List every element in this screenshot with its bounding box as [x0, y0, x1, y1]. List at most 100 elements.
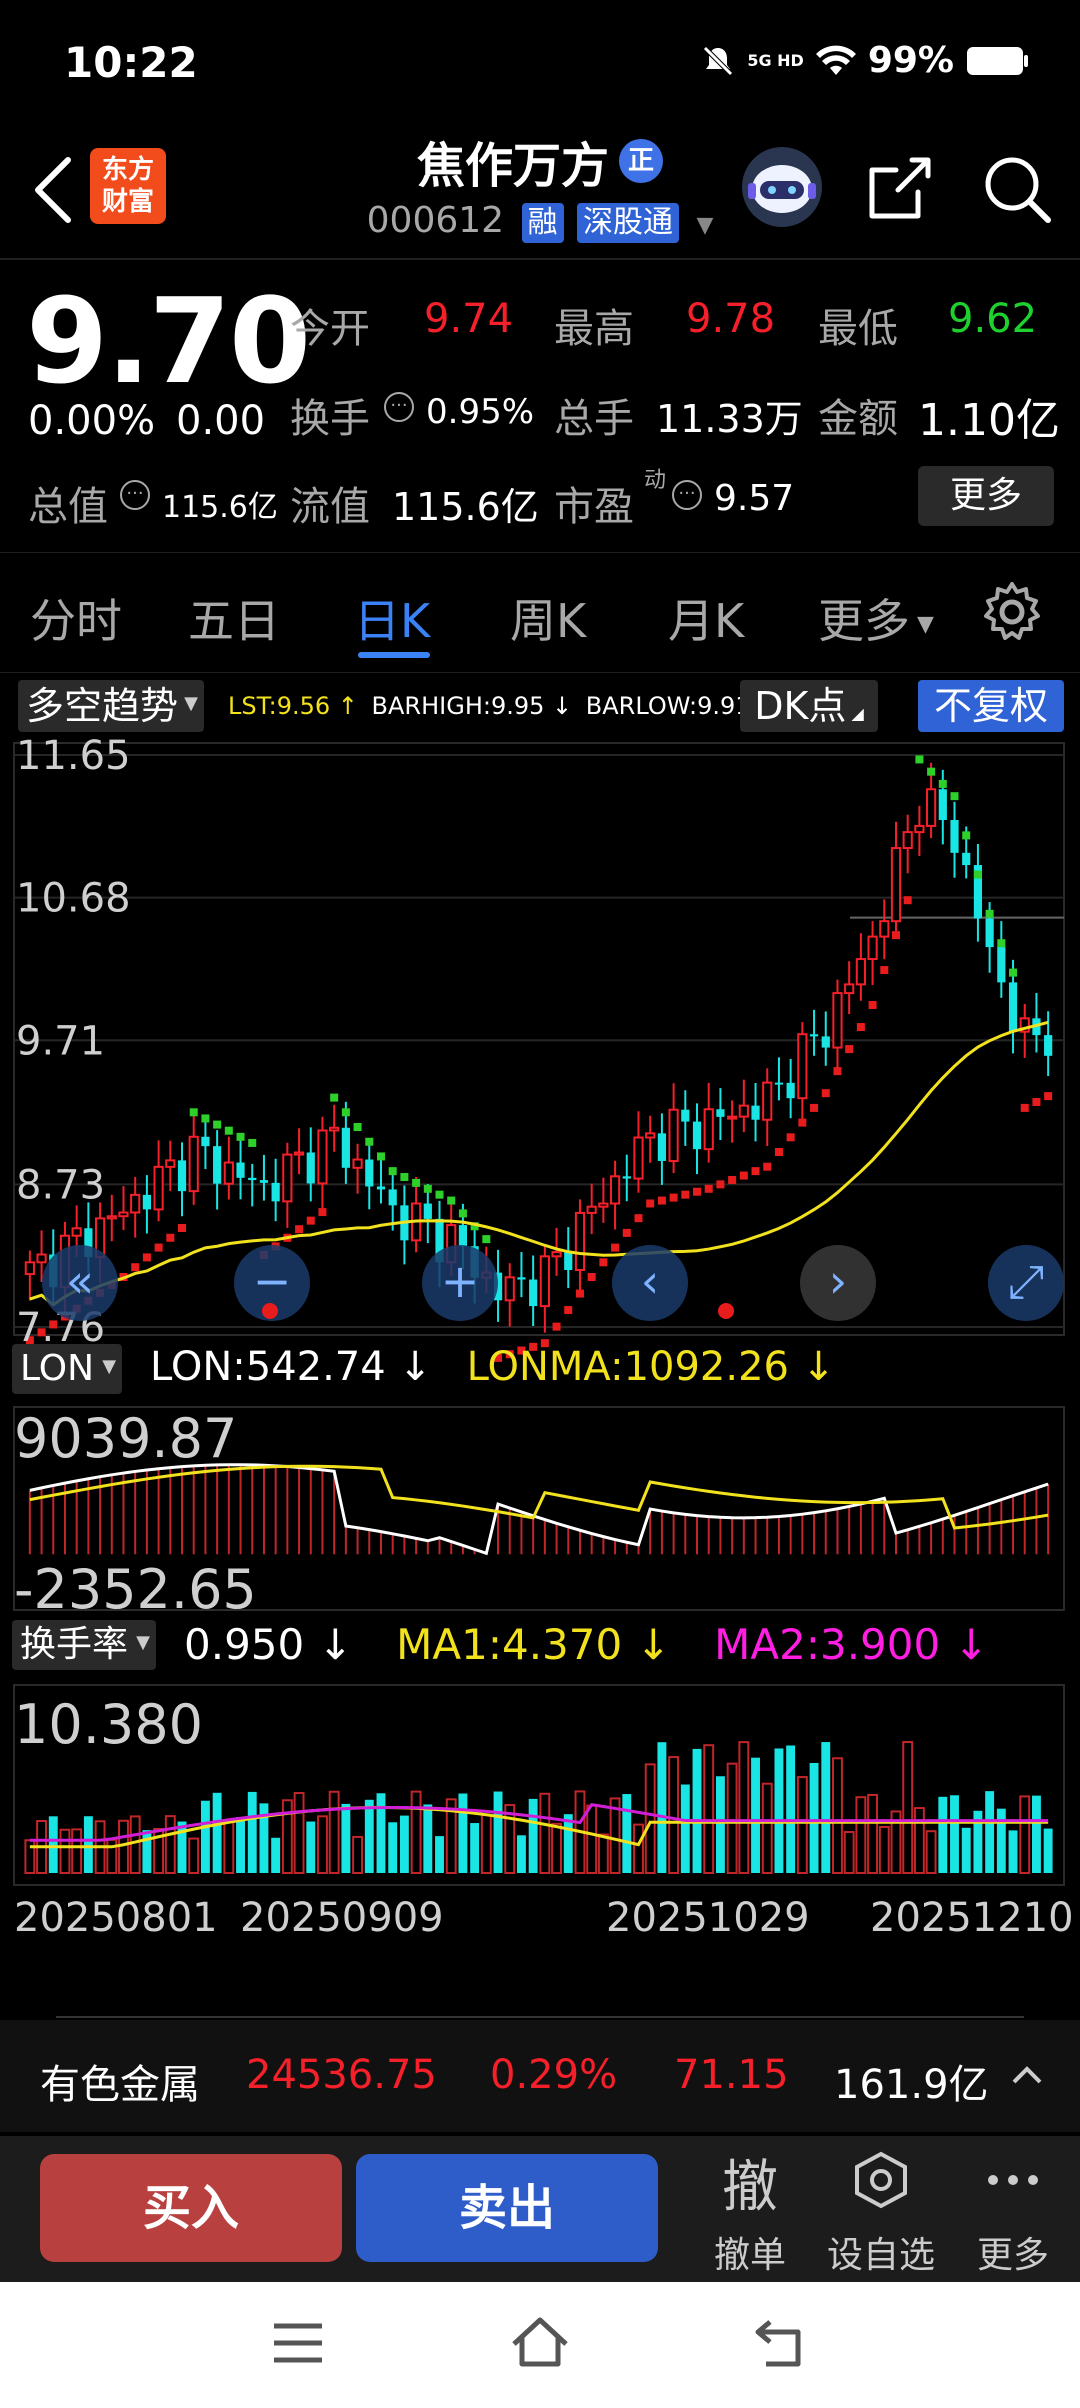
battery-icon	[967, 46, 1028, 75]
candle-body	[797, 1033, 808, 1100]
info-icon[interactable]: ···	[120, 480, 150, 510]
lon-indicator-select[interactable]: LON ▼	[12, 1344, 123, 1394]
turnover-bar	[668, 1756, 680, 1875]
trend-marker	[131, 1263, 140, 1272]
turnover-bar	[247, 1791, 257, 1873]
hexagon-icon	[855, 2151, 907, 2209]
candle-body	[668, 1108, 679, 1162]
candle-body	[458, 1225, 468, 1247]
home-icon[interactable]	[508, 2314, 572, 2370]
stock-code: 000612	[366, 200, 505, 241]
turnover-indicator-select[interactable]: 换手率 ▼	[12, 1620, 157, 1670]
menu-icon[interactable]	[270, 2318, 326, 2368]
info-icon[interactable]: ···	[384, 392, 414, 422]
turnover-bar	[83, 1816, 93, 1873]
candle-body	[317, 1129, 328, 1185]
candle-body	[762, 1081, 773, 1121]
trend-marker	[856, 1023, 865, 1032]
tab-daily-k[interactable]: 日K	[354, 585, 430, 651]
tab-monthly-k[interactable]: 月K	[668, 585, 744, 651]
trend-marker	[166, 1233, 175, 1242]
assistant-robot-icon[interactable]	[740, 145, 824, 229]
back-nav-icon[interactable]	[752, 2316, 812, 2370]
trend-marker	[423, 1184, 432, 1193]
gear-icon[interactable]	[980, 580, 1044, 644]
turnover-bar	[996, 1808, 1006, 1873]
chevron-up-icon[interactable]	[1010, 2064, 1044, 2086]
sell-button[interactable]: 卖出	[356, 2154, 658, 2262]
candle-body	[271, 1182, 280, 1202]
candle-body	[365, 1159, 374, 1187]
turnover-bar	[774, 1748, 784, 1873]
main-indicator-values: LST:9.56 ↑ BARHIGH:9.95 ↓ BARLOW:9.91 ↓	[228, 692, 779, 720]
dk-point-button[interactable]: DK点 ◢	[740, 680, 878, 732]
candle-body	[1044, 1035, 1053, 1056]
candle-body	[926, 788, 937, 827]
y-tick-label: 10.68	[16, 876, 131, 922]
high-value: 9.78	[686, 296, 776, 342]
trend-marker	[412, 1178, 421, 1187]
candle-body	[213, 1146, 222, 1184]
candle-body	[985, 918, 994, 948]
trend-marker	[669, 1193, 678, 1202]
date-tick-label: 20250909	[240, 1895, 444, 1941]
red-dot-marker	[262, 1303, 278, 1319]
tab-weekly-k[interactable]: 周K	[510, 585, 586, 651]
turnover-bar	[821, 1742, 831, 1873]
trend-marker	[599, 1258, 608, 1267]
candle-body	[938, 789, 947, 820]
trend-marker	[213, 1120, 222, 1129]
trend-marker	[868, 1000, 877, 1009]
pe-value: 9.57	[714, 478, 795, 519]
share-icon[interactable]	[862, 150, 938, 226]
turnover-bar	[177, 1821, 187, 1873]
trend-marker	[482, 1235, 491, 1244]
quote-more-button[interactable]: 更多	[918, 466, 1054, 526]
trend-marker	[891, 931, 900, 940]
turnover-bar	[622, 1794, 632, 1873]
turnover-bar	[212, 1792, 222, 1873]
trend-marker	[622, 1228, 631, 1237]
tab-more[interactable]: 更多 ▼	[818, 585, 934, 651]
trend-marker	[786, 1133, 795, 1142]
turnover-bar	[925, 1830, 937, 1875]
trend-marker	[763, 1162, 772, 1171]
add-watchlist-button[interactable]: 设自选	[821, 2150, 941, 2278]
tab-intraday[interactable]: 分时	[30, 585, 122, 651]
mktcap-value: 115.6亿	[162, 490, 278, 525]
trade-more-button[interactable]: 更多	[953, 2150, 1073, 2278]
trend-marker	[739, 1171, 748, 1180]
turnover-bar	[1008, 1830, 1018, 1873]
turnover-bar	[680, 1784, 690, 1873]
cancel-order-button[interactable]: 撤 撤单	[690, 2150, 810, 2278]
candle-body	[130, 1193, 141, 1214]
candle-body	[376, 1186, 386, 1190]
candle-body	[223, 1161, 234, 1185]
main-indicator-select[interactable]: 多空趋势 ▼	[18, 680, 205, 732]
candle-body	[282, 1153, 293, 1203]
buy-button[interactable]: 买入	[40, 2154, 342, 2262]
zoom-out-icon-glyph: −	[253, 1254, 292, 1308]
turnover-bar	[563, 1814, 573, 1873]
lon-values: LON:542.74 ↓ LONMA:1092.26 ↓	[150, 1344, 836, 1390]
trend-marker	[728, 1175, 737, 1184]
mktcap-label: 总值	[28, 484, 108, 530]
candle-body	[832, 992, 843, 1049]
adjust-button[interactable]: 不复权	[918, 680, 1064, 732]
candle-body	[236, 1162, 245, 1178]
trend-marker	[634, 1214, 643, 1223]
turnover-bar	[71, 1828, 83, 1874]
turnover-bar	[913, 1807, 925, 1875]
low-value: 9.62	[948, 296, 1038, 342]
float-value: 115.6亿	[392, 485, 539, 529]
trend-marker	[833, 1067, 842, 1076]
turnover-bar	[410, 1790, 422, 1875]
turnover-bar	[902, 1741, 914, 1874]
candle-body	[622, 1176, 631, 1179]
tab-five-day[interactable]: 五日	[188, 585, 280, 651]
search-icon[interactable]	[978, 150, 1054, 226]
sector-name: 有色金属	[40, 2062, 200, 2108]
turnover-bar	[586, 1804, 598, 1874]
info-icon[interactable]: ···	[672, 480, 702, 510]
turnover-bar	[59, 1828, 71, 1874]
